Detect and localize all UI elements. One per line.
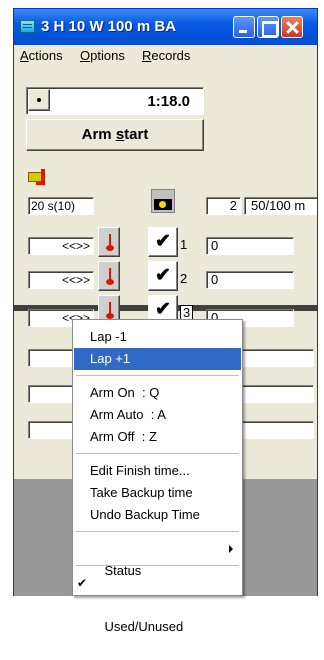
menu-item-undo-backup[interactable]: Undo Backup Time <box>74 504 241 526</box>
lane-arrows[interactable]: <<>> <box>28 271 94 289</box>
menu-item-arm-off[interactable]: Arm Off : Z <box>74 426 241 448</box>
title-bar[interactable]: 3 H 10 W 100 m BA <box>14 9 317 45</box>
menu-item-used-unused[interactable]: ✔ Used/Unused <box>74 572 241 634</box>
count-field: 2 <box>206 197 241 215</box>
menu-separator <box>76 453 239 454</box>
lane-flag-button[interactable] <box>98 261 120 291</box>
lane-value: 0 <box>206 271 294 289</box>
checkmark-icon: ✔ <box>77 576 88 590</box>
menu-item-lap-minus[interactable]: Lap -1 <box>74 326 241 348</box>
arm-start-button[interactable]: Arm start <box>26 119 204 151</box>
menu-item-lap-plus[interactable]: Lap +1 <box>74 348 241 370</box>
close-button[interactable] <box>281 16 303 38</box>
menu-separator <box>76 531 239 532</box>
lane-flag-button[interactable] <box>98 227 120 257</box>
menu-separator <box>76 565 239 566</box>
menu-item-arm-on[interactable]: Arm On : Q <box>74 382 241 404</box>
menu-separator <box>76 375 239 376</box>
menu-item-arm-auto[interactable]: Arm Auto : A <box>74 404 241 426</box>
lane-check-button[interactable]: ✔ <box>148 261 178 291</box>
race-flag-icon <box>28 169 52 185</box>
split-field: 20 s(10) <box>28 197 94 215</box>
lane-arrows[interactable]: <<>> <box>28 237 94 255</box>
lane-number: 2 <box>180 271 188 286</box>
app-icon <box>20 20 35 33</box>
camera-icon[interactable] <box>151 189 175 213</box>
maximize-button[interactable] <box>257 16 279 38</box>
submenu-arrow-icon <box>229 545 233 553</box>
lane-check-button[interactable]: ✔ <box>148 227 178 257</box>
lane-number: 3 <box>180 305 194 320</box>
minimize-button[interactable] <box>233 16 255 38</box>
menu-item-status[interactable]: Status <box>74 538 241 578</box>
menu-options[interactable]: Options <box>80 48 125 63</box>
menu-item-used-unused-label: Used/Unused <box>104 619 184 634</box>
menu-actions[interactable]: Actions <box>20 48 63 63</box>
menu-bar: Actions Options Records <box>14 45 317 65</box>
menu-item-take-backup[interactable]: Take Backup time <box>74 482 241 504</box>
lane-value: 0 <box>206 237 294 255</box>
lane-number: 1 <box>180 237 188 252</box>
timer-value: 1:18.0 <box>147 93 190 110</box>
distance-field: 50/100 m <box>244 197 317 215</box>
menu-item-edit-finish[interactable]: Edit Finish time... <box>74 460 241 482</box>
menu-records[interactable]: Records <box>142 48 190 63</box>
timer-dot-button[interactable] <box>28 89 50 111</box>
context-menu: Lap -1 Lap +1 Arm On : Q Arm Auto : A Ar… <box>72 319 243 634</box>
window-title: 3 H 10 W 100 m BA <box>41 18 177 35</box>
